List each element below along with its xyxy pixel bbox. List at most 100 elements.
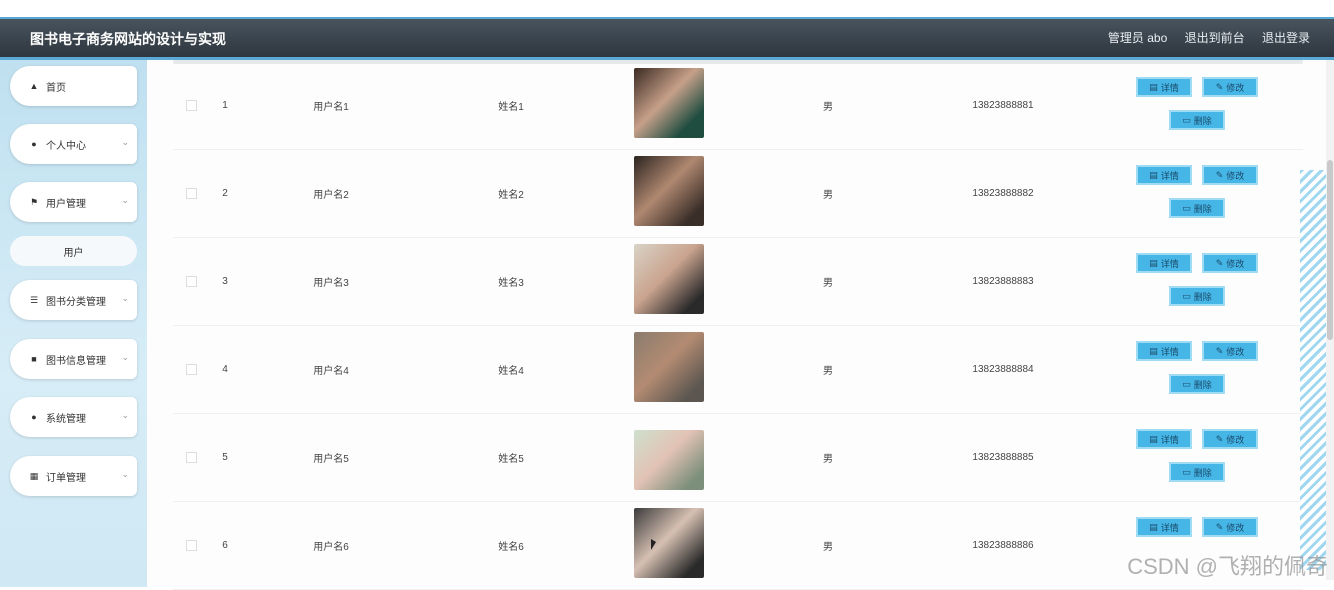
app-header: 图书电子商务网站的设计与实现 管理员 abo 退出到前台 退出登录 [0, 17, 1334, 60]
delete-button[interactable]: ▭ 删除 [1169, 198, 1225, 218]
detail-button[interactable]: ▤ 详情 [1136, 165, 1192, 185]
edit-button[interactable]: ✎ 修改 [1202, 517, 1258, 537]
username-cell: 用户名1 [313, 101, 349, 113]
sidebar-item-system[interactable]: ● 系统管理 ⌄ [10, 397, 137, 437]
edit-label: 修改 [1226, 434, 1245, 445]
name-cell: 姓名2 [498, 189, 524, 201]
document-icon: ▤ [1149, 81, 1158, 92]
table-row: 1 用户名1 姓名1 男 13823888881 ▤ 详情 ✎ 修改 ▭ 删除 [173, 61, 1303, 150]
row-checkbox[interactable] [185, 451, 197, 463]
app-title: 图书电子商务网站的设计与实现 [30, 31, 226, 47]
row-index: 2 [222, 187, 228, 199]
pencil-icon: ✎ [1215, 345, 1224, 356]
row-checkbox-cell [181, 149, 201, 237]
username-cell: 用户名6 [313, 541, 349, 553]
edit-label: 修改 [1226, 522, 1245, 533]
logout-link[interactable]: 退出登录 [1262, 31, 1310, 45]
edit-button[interactable]: ✎ 修改 [1202, 165, 1258, 185]
gender-cell: 男 [823, 541, 833, 553]
phone-cell: 13823888886 [972, 539, 1034, 551]
phone-cell: 13823888882 [972, 187, 1034, 199]
row-checkbox-cell [181, 501, 201, 589]
delete-button[interactable]: ▭ 删除 [1169, 462, 1225, 482]
pencil-icon: ✎ [1215, 521, 1224, 532]
document-icon: ▤ [1149, 169, 1158, 180]
sidebar-subitem-users[interactable]: 用户 [10, 236, 137, 266]
detail-button[interactable]: ▤ 详情 [1136, 253, 1192, 273]
sidebar-item-book-category[interactable]: ☰ 图书分类管理 ⌄ [10, 280, 137, 320]
avatar-photo [634, 68, 704, 138]
delete-button[interactable]: ▭ 删除 [1169, 110, 1225, 130]
main-content: 1 用户名1 姓名1 男 13823888881 ▤ 详情 ✎ 修改 ▭ 删除 2 用… [147, 60, 1334, 590]
chevron-down-icon: ⌄ [121, 352, 129, 362]
document-icon: ▤ [1149, 345, 1158, 356]
edit-label: 修改 [1226, 346, 1245, 357]
chevron-down-icon: ⌄ [121, 410, 129, 420]
detail-label: 详情 [1160, 522, 1179, 533]
detail-button[interactable]: ▤ 详情 [1136, 341, 1192, 361]
gender-cell: 男 [823, 277, 833, 289]
username-cell: 用户名4 [313, 365, 349, 377]
detail-button[interactable]: ▤ 详情 [1136, 77, 1192, 97]
avatar-photo [634, 430, 704, 490]
trash-icon: ▭ [1182, 378, 1191, 389]
home-icon: ▲ [29, 81, 39, 91]
detail-label: 详情 [1160, 346, 1179, 357]
sidebar-item-label: 系统管理 [46, 413, 86, 425]
header-actions: 管理员 abo 退出到前台 退出登录 [1094, 29, 1310, 46]
sidebar-item-label: 首页 [46, 82, 66, 94]
delete-label: 删除 [1193, 115, 1212, 126]
detail-label: 详情 [1160, 434, 1179, 445]
row-index: 3 [222, 275, 228, 287]
edit-button[interactable]: ✎ 修改 [1202, 77, 1258, 97]
sidebar: ▲ 首页 ● 个人中心 ⌄ ⚑ 用户管理 ⌄ 用户 ☰ 图书分类管理 ⌄ ■ 图… [0, 60, 147, 587]
edit-button[interactable]: ✎ 修改 [1202, 253, 1258, 273]
row-checkbox[interactable] [185, 363, 197, 375]
detail-button[interactable]: ▤ 详情 [1136, 429, 1192, 449]
chevron-down-icon: ⌄ [121, 293, 129, 303]
gender-cell: 男 [823, 365, 833, 377]
mouse-cursor-icon [651, 539, 656, 550]
edit-button[interactable]: ✎ 修改 [1202, 341, 1258, 361]
flag-icon: ⚑ [29, 196, 39, 207]
user-icon: ● [31, 139, 37, 149]
row-index: 5 [222, 451, 228, 463]
row-checkbox[interactable] [185, 275, 197, 287]
avatar-photo [634, 156, 704, 226]
sidebar-item-user-management[interactable]: ⚑ 用户管理 ⌄ [10, 182, 137, 222]
name-cell: 姓名5 [498, 453, 524, 465]
delete-button[interactable]: ▭ 删除 [1169, 374, 1225, 394]
sidebar-item-personal-center[interactable]: ● 个人中心 ⌄ [10, 124, 137, 164]
sidebar-item-orders[interactable]: ▦ 订单管理 ⌄ [10, 456, 137, 496]
back-to-frontend-link[interactable]: 退出到前台 [1185, 31, 1245, 45]
trash-icon: ▭ [1182, 290, 1191, 301]
row-checkbox[interactable] [185, 187, 197, 199]
sidebar-item-home[interactable]: ▲ 首页 [10, 66, 137, 106]
row-checkbox[interactable] [185, 539, 197, 551]
scrollbar-thumb[interactable] [1327, 160, 1333, 340]
sidebar-item-label: 用户管理 [46, 198, 86, 210]
sidebar-item-book-info[interactable]: ■ 图书信息管理 ⌄ [10, 339, 137, 379]
gender-cell: 男 [823, 189, 833, 201]
phone-cell: 13823888885 [972, 451, 1034, 463]
watermark: CSDN @飞翔的佩奇 [1127, 554, 1328, 579]
edit-label: 修改 [1226, 170, 1245, 181]
top-blank-strip [0, 0, 1334, 17]
pencil-icon: ✎ [1215, 433, 1224, 444]
edit-label: 修改 [1226, 82, 1245, 93]
phone-cell: 13823888881 [972, 99, 1034, 111]
username-cell: 用户名5 [313, 453, 349, 465]
vertical-scrollbar[interactable] [1326, 60, 1334, 580]
document-icon: ▤ [1149, 257, 1158, 268]
delete-button[interactable]: ▭ 删除 [1169, 286, 1225, 306]
row-checkbox[interactable] [185, 99, 197, 111]
delete-label: 删除 [1193, 291, 1212, 302]
grid-icon: ▦ [29, 470, 39, 481]
detail-button[interactable]: ▤ 详情 [1136, 517, 1192, 537]
row-checkbox-cell [181, 61, 201, 149]
document-icon: ▤ [1149, 433, 1158, 444]
edit-button[interactable]: ✎ 修改 [1202, 429, 1258, 449]
trash-icon: ▭ [1182, 202, 1191, 213]
delete-label: 删除 [1193, 203, 1212, 214]
avatar-photo [634, 332, 704, 402]
